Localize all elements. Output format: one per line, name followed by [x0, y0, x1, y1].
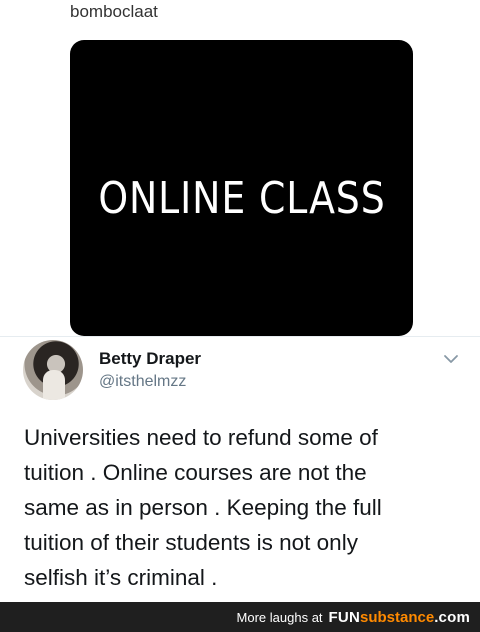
avatar-figure [43, 370, 65, 400]
brand-suffix: substance [359, 608, 435, 626]
display-name[interactable]: Betty Draper [99, 349, 201, 369]
brand-domain: .com [434, 608, 470, 626]
divider [0, 336, 480, 337]
quoted-tweet-text: bomboclaat [70, 2, 158, 21]
user-handle[interactable]: @itsthelmzz [99, 373, 186, 391]
footer-label: More laughs at [236, 609, 323, 625]
avatar[interactable] [23, 340, 83, 400]
media-text: ONLINE CLASS [97, 172, 386, 224]
brand-prefix: FUN [328, 608, 360, 626]
footer-bar[interactable]: More laughs at FUN substance .com [0, 602, 480, 632]
media-card[interactable]: ONLINE CLASS [70, 40, 413, 336]
chevron-down-icon[interactable] [442, 350, 460, 368]
tweet-body: Universities need to refund some of tuit… [24, 425, 382, 590]
